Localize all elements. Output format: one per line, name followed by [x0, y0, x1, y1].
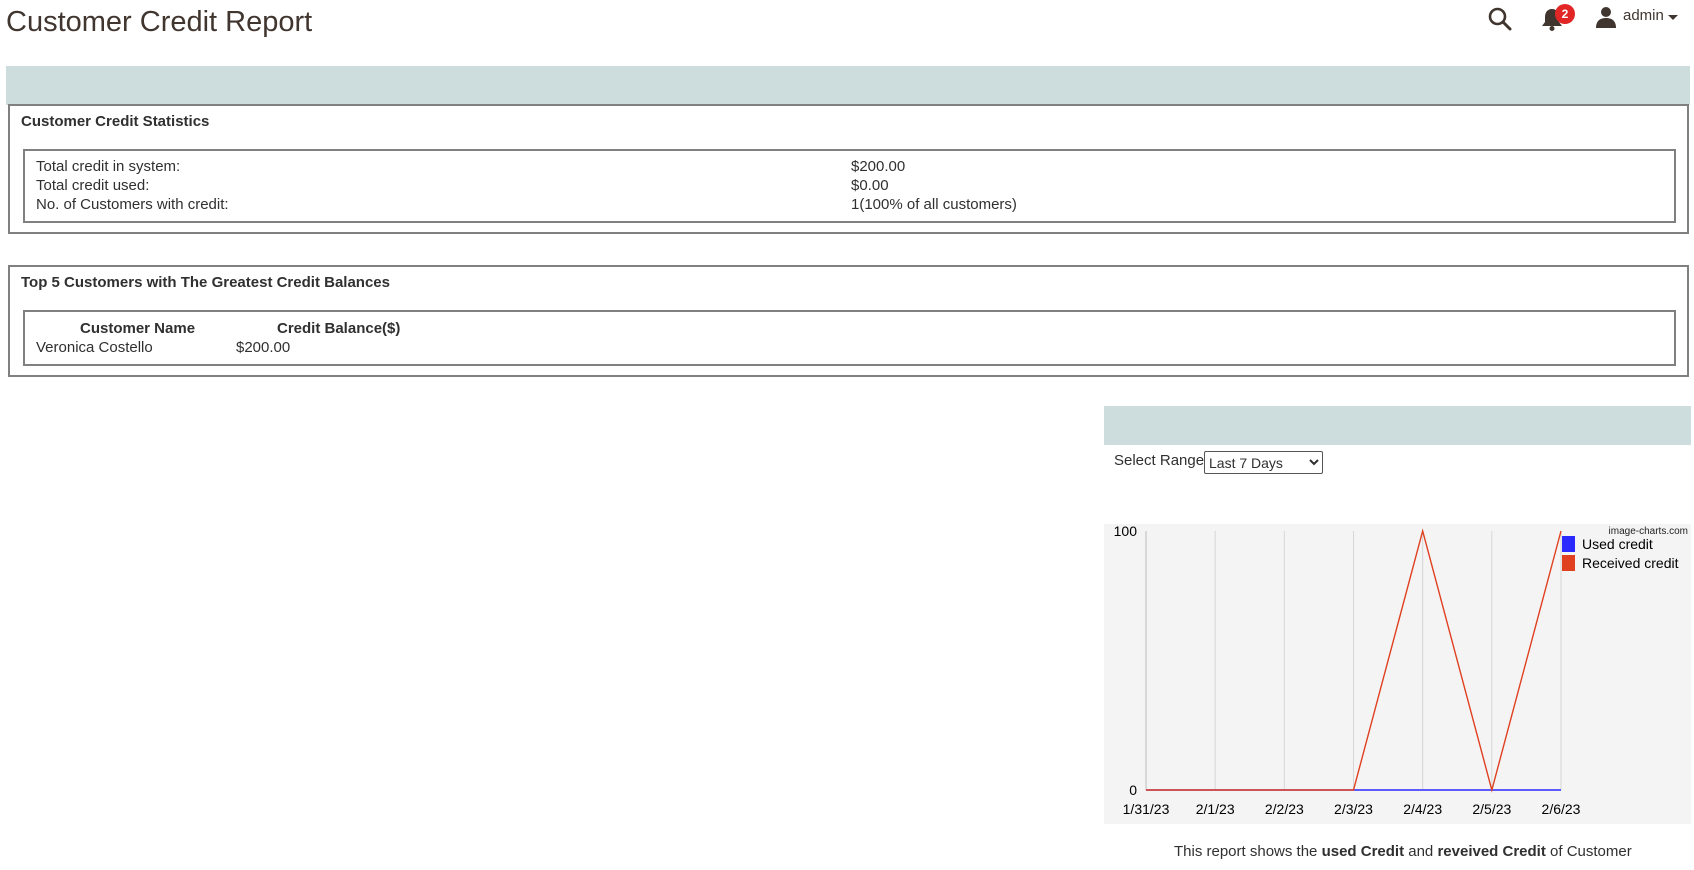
x-tick-label: 2/3/23 — [1334, 801, 1373, 817]
chart-header-band — [1104, 406, 1691, 445]
credit-chart: 0 100 1/31/23 2/1/23 2/2/23 2/3/23 2/4/23 2/5/2… — [1104, 523, 1691, 824]
column-header-customer-name: Customer Name — [80, 320, 196, 337]
legend-swatch — [1562, 536, 1575, 552]
x-tick-label: 1/31/23 — [1123, 801, 1170, 817]
y-tick-label: 100 — [1114, 524, 1138, 539]
legend-label: Used credit — [1582, 536, 1653, 552]
top-customers-panel: Top 5 Customers with The Greatest Credit… — [8, 265, 1689, 377]
stat-value: 1(100% of all customers) — [851, 196, 1017, 213]
caption-received: reveived Credit — [1437, 843, 1546, 860]
page-title: Customer Credit Report — [6, 6, 313, 38]
section-header-band — [6, 66, 1690, 105]
report-caption: This report shows the used Credit and re… — [1174, 843, 1632, 860]
range-label: Select Range: — [1114, 452, 1209, 469]
x-tick-label: 2/4/23 — [1403, 801, 1442, 817]
x-tick-label: 2/6/23 — [1542, 801, 1581, 817]
range-select[interactable]: Last 7 Days — [1204, 451, 1323, 474]
x-tick-label: 2/1/23 — [1196, 801, 1235, 817]
notification-count-badge[interactable]: 2 — [1555, 4, 1575, 24]
caption-suffix: of Customer — [1545, 843, 1632, 860]
customer-name-cell: Veronica Costello — [36, 339, 153, 356]
caption-and: and — [1404, 843, 1438, 860]
credit-chart-svg: 0 100 1/31/23 2/1/23 2/2/23 2/3/23 2/4/23 2/5/2… — [1104, 523, 1691, 824]
credit-statistics-panel: Customer Credit Statistics Total credit … — [8, 104, 1689, 234]
stat-label: Total credit used: — [36, 177, 150, 194]
x-tick-label: 2/5/23 — [1472, 801, 1511, 817]
user-menu-name[interactable]: admin — [1623, 7, 1664, 24]
credit-statistics-table: Total credit in system: $200.00 Total cr… — [23, 149, 1676, 223]
stat-value: $0.00 — [851, 177, 889, 194]
stat-label: No. of Customers with credit: — [36, 196, 229, 213]
chart-watermark: image-charts.com — [1609, 526, 1688, 537]
chevron-down-icon[interactable] — [1668, 15, 1678, 20]
column-header-credit-balance: Credit Balance($) — [277, 320, 401, 337]
search-icon[interactable] — [1487, 6, 1513, 32]
stat-value: $200.00 — [851, 158, 906, 175]
stat-label: Total credit in system: — [36, 158, 181, 175]
credit-balance-cell: $200.00 — [236, 339, 291, 356]
top-customers-table: Customer Name Credit Balance($) Veronica… — [23, 310, 1676, 366]
caption-prefix: This report shows the — [1174, 843, 1322, 860]
legend-label: Received credit — [1582, 555, 1679, 571]
user-icon[interactable] — [1596, 6, 1616, 28]
top-customers-title: Top 5 Customers with The Greatest Credit… — [21, 274, 390, 291]
caption-used: used Credit — [1321, 843, 1405, 860]
credit-statistics-title: Customer Credit Statistics — [21, 113, 210, 130]
y-tick-label: 0 — [1129, 782, 1137, 798]
legend-swatch — [1562, 555, 1575, 571]
x-tick-label: 2/2/23 — [1265, 801, 1304, 817]
